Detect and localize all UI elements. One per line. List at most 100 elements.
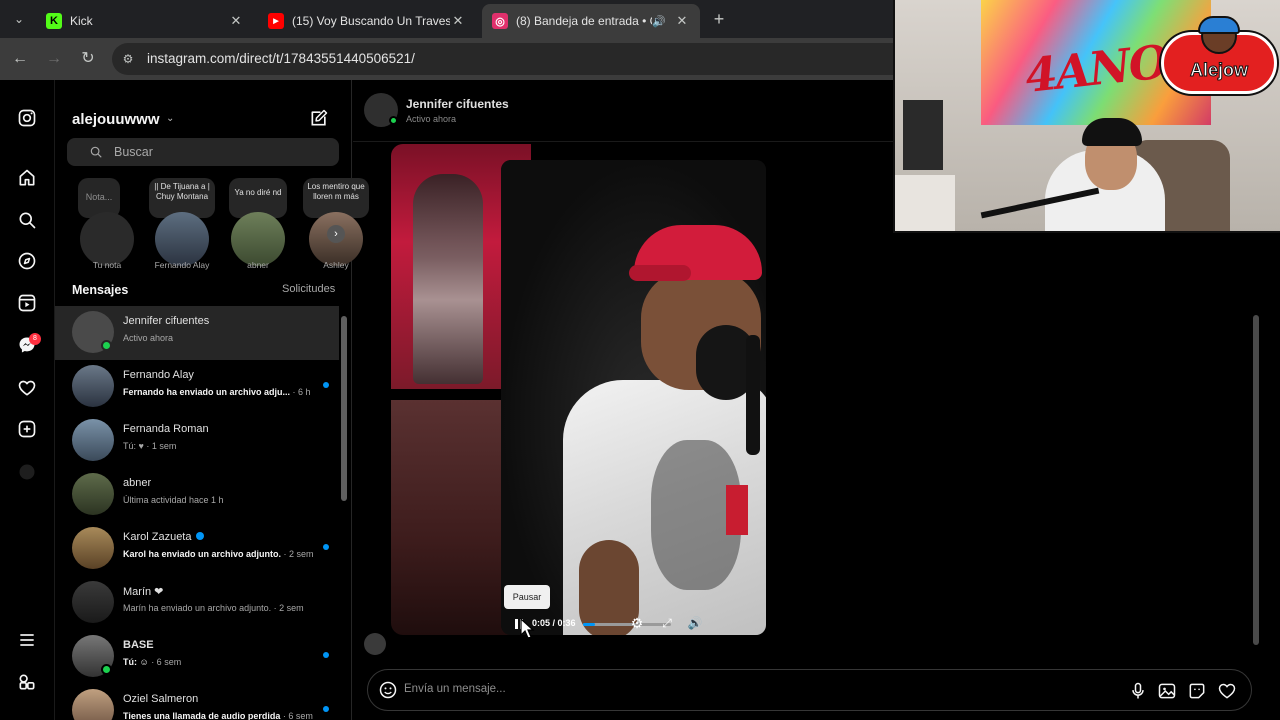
message-input-placeholder: Envía un mensaje... bbox=[404, 683, 506, 695]
close-tab-icon[interactable]: ✕ bbox=[450, 13, 466, 29]
conversation-name: abner bbox=[123, 477, 152, 489]
speaker-icon[interactable]: 🔊 bbox=[652, 15, 666, 28]
create-plus-icon[interactable] bbox=[16, 418, 38, 440]
close-tab-icon[interactable]: ✕ bbox=[228, 13, 244, 29]
message-composer[interactable]: Envía un mensaje... bbox=[367, 669, 1252, 711]
account-username[interactable]: alejouuwww bbox=[72, 111, 160, 128]
preview-text: Tú: ☺ bbox=[123, 657, 149, 667]
url-text: instagram.com/direct/t/17843551440506521… bbox=[147, 51, 415, 66]
inbox-scrollbar-thumb[interactable] bbox=[341, 316, 347, 501]
tab-title: (8) Bandeja de entrada • Ch bbox=[516, 14, 653, 28]
home-icon[interactable] bbox=[16, 167, 38, 189]
conversation-item[interactable]: Marín ❤ Marín ha enviado un archivo adju… bbox=[55, 576, 339, 630]
image-icon[interactable] bbox=[1157, 681, 1177, 701]
online-indicator bbox=[101, 664, 112, 675]
webcam-frame bbox=[1082, 118, 1142, 146]
close-tab-icon[interactable]: ✕ bbox=[674, 13, 690, 29]
tab-youtube[interactable]: ▶ (15) Voy Buscando Un Travesti ✕ bbox=[258, 4, 476, 38]
webcam-frame bbox=[895, 175, 955, 231]
unread-dot bbox=[323, 382, 329, 388]
conversation-name: Karol Zazueta bbox=[123, 531, 205, 543]
mouse-pointer-icon bbox=[520, 618, 535, 639]
search-icon[interactable] bbox=[16, 209, 38, 231]
avatar bbox=[72, 689, 114, 720]
back-arrow-icon[interactable]: ← bbox=[8, 47, 32, 71]
conversation-item[interactable]: BASE Tú: ☺ · 6 sem bbox=[55, 630, 339, 684]
search-input[interactable]: Buscar bbox=[67, 138, 339, 166]
conversation-name: Jennifer cifuentes bbox=[123, 315, 210, 327]
kick-favicon-icon: K bbox=[46, 13, 62, 29]
heart-icon[interactable] bbox=[1217, 681, 1237, 701]
instagram-logo-icon[interactable] bbox=[16, 107, 38, 129]
threads-icon[interactable] bbox=[16, 671, 38, 693]
note-name: Tu nota bbox=[92, 260, 122, 270]
streamer-logo: Alejow bbox=[1161, 16, 1277, 96]
unread-dot bbox=[323, 706, 329, 712]
avatar bbox=[72, 473, 114, 515]
site-settings-icon[interactable]: ⚙ bbox=[120, 51, 136, 67]
chevron-down-icon[interactable]: ⌄ bbox=[166, 113, 174, 124]
chevron-right-icon[interactable]: › bbox=[327, 225, 345, 243]
conversation-item[interactable]: Karol Zazueta Karol ha enviado un archiv… bbox=[55, 522, 339, 576]
conversation-preview: Última actividad hace 1 h bbox=[123, 495, 224, 505]
new-message-icon[interactable] bbox=[309, 108, 329, 128]
emoji-icon[interactable] bbox=[378, 680, 398, 700]
preview-time: · 2 sem bbox=[271, 603, 304, 613]
chat-scrollbar-thumb[interactable] bbox=[1253, 315, 1259, 645]
note-name: abner bbox=[247, 260, 269, 270]
inbox-panel: alejouuwww ⌄ Buscar Nota... Tu nota || D… bbox=[55, 80, 369, 720]
conversation-item[interactable]: abner Última actividad hace 1 h bbox=[55, 468, 339, 522]
notifications-badge: 8 bbox=[29, 333, 41, 345]
unread-dot bbox=[323, 544, 329, 550]
chat-contact-name[interactable]: Jennifer cifuentes bbox=[406, 97, 509, 111]
conversation-item[interactable]: Fernanda Roman Tú: ♥ · 1 sem bbox=[55, 414, 339, 468]
requests-link[interactable]: Solicitudes bbox=[282, 283, 335, 295]
tab-instagram[interactable]: ◎ (8) Bandeja de entrada • Ch 🔊 ✕ bbox=[482, 4, 700, 38]
explore-compass-icon[interactable] bbox=[16, 250, 38, 272]
menu-hamburger-icon[interactable] bbox=[16, 629, 38, 651]
avatar bbox=[231, 212, 285, 266]
heart-icon[interactable] bbox=[16, 377, 38, 399]
conversation-preview: Tú: ♥ · 1 sem bbox=[123, 441, 176, 451]
pause-tooltip: Pausar bbox=[504, 585, 550, 609]
settings-gear-icon[interactable]: ⚙ bbox=[629, 615, 645, 631]
conversation-name: BASE bbox=[123, 639, 154, 651]
conversation-item[interactable]: Fernando Alay Fernando ha enviado un arc… bbox=[55, 360, 339, 414]
logo-hat bbox=[1198, 16, 1240, 34]
chat-contact-status: Activo ahora bbox=[406, 114, 457, 124]
avatar bbox=[155, 212, 209, 266]
reels-icon[interactable] bbox=[16, 292, 38, 314]
sender-avatar bbox=[364, 633, 386, 655]
volume-icon[interactable]: 🔊 bbox=[687, 615, 703, 631]
preview-text: Fernando ha enviado un archivo adju... bbox=[123, 387, 291, 397]
tab-search-chevron-icon[interactable]: ⌄ bbox=[8, 8, 30, 30]
conversation-preview: Tú: ☺ · 6 sem bbox=[123, 657, 181, 667]
microphone-icon[interactable] bbox=[1128, 681, 1148, 701]
fullscreen-icon[interactable]: ⤢ bbox=[659, 615, 675, 631]
conversation-name-text: Karol Zazueta bbox=[123, 531, 192, 543]
conversation-item[interactable]: Jennifer cifuentes Activo ahora bbox=[55, 306, 339, 360]
webcam-overlay: 4ANOS Alejow bbox=[893, 0, 1280, 233]
nav-rail: 8 bbox=[0, 80, 55, 720]
conversation-name: Fernando Alay bbox=[123, 369, 194, 381]
avatar bbox=[80, 212, 134, 266]
tab-kick[interactable]: K Kick ✕ bbox=[36, 4, 254, 38]
conversation-preview: Marín ha enviado un archivo adjunto. · 2… bbox=[123, 603, 304, 613]
conversation-item[interactable]: Oziel Salmeron Tienes una llamada de aud… bbox=[55, 684, 339, 720]
preview-time: · 6 h bbox=[290, 387, 311, 397]
screen: ⌄ K Kick ✕ ▶ (15) Voy Buscando Un Traves… bbox=[0, 0, 1280, 720]
video-frame bbox=[629, 265, 691, 281]
new-tab-icon[interactable]: + bbox=[708, 8, 730, 30]
video-player[interactable] bbox=[501, 160, 766, 635]
conversation-preview: Karol ha enviado un archivo adjunto. · 2… bbox=[123, 549, 314, 559]
video-progress-bar[interactable] bbox=[583, 623, 671, 626]
forward-arrow-icon[interactable]: → bbox=[42, 47, 66, 71]
tab-title: (15) Voy Buscando Un Travesti bbox=[292, 14, 450, 28]
preview-time: · 6 sem bbox=[280, 711, 313, 720]
sticker-icon[interactable] bbox=[1187, 681, 1207, 701]
avatar bbox=[72, 419, 114, 461]
reload-icon[interactable]: ↻ bbox=[76, 47, 100, 71]
profile-avatar-icon[interactable] bbox=[16, 461, 38, 483]
preview-text: Marín ha enviado un archivo adjunto. bbox=[123, 603, 272, 613]
conversation-name: Fernanda Roman bbox=[123, 423, 209, 435]
